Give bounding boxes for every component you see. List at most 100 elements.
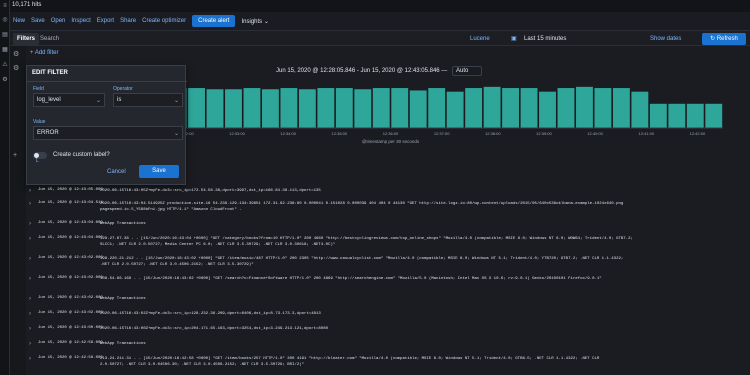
chevron-right-icon[interactable]: ›	[29, 276, 31, 282]
plus-icon[interactable]: +	[13, 152, 17, 159]
histogram-bar	[502, 88, 520, 128]
chevron-right-icon[interactable]: ›	[29, 296, 31, 302]
left-nav: ≡ ◎ ▤ ▦ ⚠ ⚙	[0, 0, 10, 375]
chevron-right-icon[interactable]: ›	[29, 201, 31, 207]
histogram-bar	[317, 88, 335, 128]
x-tick-label: 12:40:00	[587, 131, 603, 136]
row-timestamp: Jun 15, 2020 @ 12:42:59.000	[38, 341, 103, 345]
refresh-button[interactable]: ↻ Refresh	[702, 33, 746, 45]
value-select[interactable]: ERROR ⌄	[33, 126, 183, 140]
chevron-down-icon: ⌄	[263, 18, 269, 25]
table-row[interactable]: › Jun 15, 2020 @ 12:42:58.000 213.24.211.3…	[26, 356, 750, 368]
value-value: ERROR	[37, 130, 59, 136]
menu-new[interactable]: New	[13, 18, 25, 24]
histogram-bar	[188, 88, 205, 128]
row-timestamp: Jun 15, 2020 @ 12:42:58.000	[38, 356, 103, 360]
time-range[interactable]: Last 15 minutes	[524, 36, 566, 42]
table-row[interactable]: › Jun 15, 2020 @ 12:42:59.000 WebApp Trans…	[26, 341, 750, 353]
table-row[interactable]: › Jun 15, 2020 @ 12:43:04.514 2020-06-15T1…	[26, 201, 750, 213]
menu-save[interactable]: Save	[31, 18, 45, 24]
gear-icon-2[interactable]: ⚙	[13, 64, 19, 72]
insights-menu[interactable]: Insights ⌄	[241, 18, 268, 25]
menu-inspect[interactable]: Inspect	[71, 18, 90, 24]
menu-share[interactable]: Share	[120, 18, 136, 24]
histogram-bar	[409, 90, 427, 128]
row-message: WebApp Transactions	[100, 221, 750, 227]
table-row[interactable]: › Jun 15, 2020 @ 12:43:02.000 108.54.96.16…	[26, 276, 750, 288]
discover-icon[interactable]: ◎	[2, 17, 8, 23]
chevron-down-icon: ⌄	[95, 98, 101, 104]
app-menu: New Save Open Inspect Export Share Creat…	[10, 14, 750, 28]
operator-label: Operator	[113, 86, 133, 92]
interval-value: Auto	[456, 68, 469, 74]
edit-filter-title: EDIT FILTER	[32, 70, 68, 76]
chevron-right-icon[interactable]: ›	[29, 356, 31, 362]
message-line: .NET CLR 2.0.50727; .NET CLR 3.0.4506.21…	[100, 263, 254, 267]
chevron-right-icon[interactable]: ›	[29, 236, 31, 242]
calendar-icon[interactable]: ▣	[511, 35, 517, 42]
chevron-right-icon[interactable]: ›	[29, 311, 31, 317]
row-message: 2020-06-15T16:43:02Z+myFe-dc3=:src_ip=12…	[100, 311, 750, 317]
create-alert-button[interactable]: Create alert	[192, 15, 236, 27]
message-line: 2020-06-15T16:43:05Z+myFe-dc3=:src_ip=17…	[100, 189, 321, 193]
chart-time-range: Jun 15, 2020 @ 12:28:05.846 - Jun 15, 20…	[276, 68, 448, 74]
interval-select[interactable]: Auto	[452, 66, 482, 76]
table-row[interactable]: › Jun 15, 2020 @ 12:43:02.000 198.220.21.2…	[26, 256, 750, 268]
gear-icon[interactable]: ⚙	[13, 50, 19, 58]
alerts-icon[interactable]: ⚠	[2, 62, 8, 68]
row-message: WebApp Transactions	[100, 296, 750, 302]
x-axis-label: @timestamp per 30 seconds	[362, 139, 420, 144]
row-timestamp: Jun 15, 2020 @ 12:43:02.000	[38, 276, 103, 280]
table-row[interactable]: › Jun 15, 2020 @ 12:43:02.000 WebApp Trans…	[26, 296, 750, 308]
histogram-bar	[391, 88, 409, 128]
chevron-right-icon[interactable]: ›	[29, 188, 31, 194]
save-button[interactable]: Save	[139, 165, 179, 178]
x-tick-label: 12:37:00	[434, 131, 450, 136]
histogram-bar	[594, 88, 612, 128]
x-tick-label: 12:41:00	[638, 131, 654, 136]
row-message: 128.27.67.38 - - [15/Jun/2020:16:43:04 +…	[100, 236, 750, 248]
popover-divider	[27, 81, 187, 82]
menu-export[interactable]: Export	[97, 18, 114, 24]
settings-icon[interactable]: ⚙	[2, 77, 8, 83]
x-tick-label: 12:38:00	[485, 131, 501, 136]
table-row[interactable]: › Jun 15, 2020 @ 12:43:02.000 2020-06-15T1…	[26, 311, 750, 323]
menu-icon[interactable]: ≡	[2, 3, 8, 9]
chevron-right-icon[interactable]: ›	[29, 221, 31, 227]
operator-select[interactable]: is ⌄	[113, 93, 183, 107]
hits-count: 10,171 hits	[12, 2, 42, 8]
x-tick-label: 12:33:00	[229, 131, 245, 136]
add-filter-link[interactable]: + Add filter	[30, 50, 59, 56]
search-input[interactable]: Search	[40, 36, 59, 42]
message-line: pagespeed.ic.5_Y568bFni.jpg HTTP/1.1" "A…	[100, 208, 242, 212]
table-row[interactable]: › Jun 15, 2020 @ 12:43:04.000 128.27.67.38…	[26, 236, 750, 248]
chevron-down-icon: ⌄	[173, 131, 179, 137]
message-line: WebApp Transactions	[100, 342, 146, 346]
chevron-right-icon[interactable]: ›	[29, 256, 31, 262]
menu-open[interactable]: Open	[51, 18, 66, 24]
query-language-toggle[interactable]: Lucene	[470, 36, 490, 42]
table-row[interactable]: › Jun 15, 2020 @ 12:43:00.000 2020-06-15T1…	[26, 326, 750, 338]
message-line: SLCC1; .NET CLR 2.0.50727; Media Center …	[100, 243, 336, 247]
filters-button[interactable]: Filters	[13, 33, 40, 45]
table-row[interactable]: › Jun 15, 2020 @ 12:43:04.000 WebApp Trans…	[26, 221, 750, 233]
histogram-bar	[483, 86, 501, 128]
row-timestamp: Jun 15, 2020 @ 12:43:00.000	[38, 326, 103, 330]
table-row[interactable]: › Jun 15, 2020 @ 12:43:05.000 2020-06-15T1…	[26, 188, 750, 200]
field-sidebar: ⚙ ⚙ +	[10, 46, 26, 375]
show-dates-link[interactable]: Show dates	[650, 36, 681, 42]
histogram-bar	[631, 91, 649, 128]
top-bar: 10,171 hits	[10, 0, 750, 12]
row-message: 2020-06-15T16:43:04.514925Z production-s…	[100, 201, 750, 213]
histogram-bar	[280, 88, 298, 128]
menu-create-optimizer[interactable]: Create optimizer	[142, 18, 186, 24]
histogram-bar	[705, 103, 723, 128]
cancel-button[interactable]: Cancel	[107, 169, 126, 175]
visualize-icon[interactable]: ▤	[2, 32, 8, 38]
chevron-right-icon[interactable]: ›	[29, 341, 31, 347]
histogram-bar	[612, 88, 630, 128]
row-message: 213.24.211.31 - - [15/Jun/2020:16:42:58 …	[100, 356, 750, 368]
field-select[interactable]: log_level ⌄	[33, 93, 105, 107]
chevron-right-icon[interactable]: ›	[29, 326, 31, 332]
dashboard-icon[interactable]: ▦	[2, 47, 8, 53]
